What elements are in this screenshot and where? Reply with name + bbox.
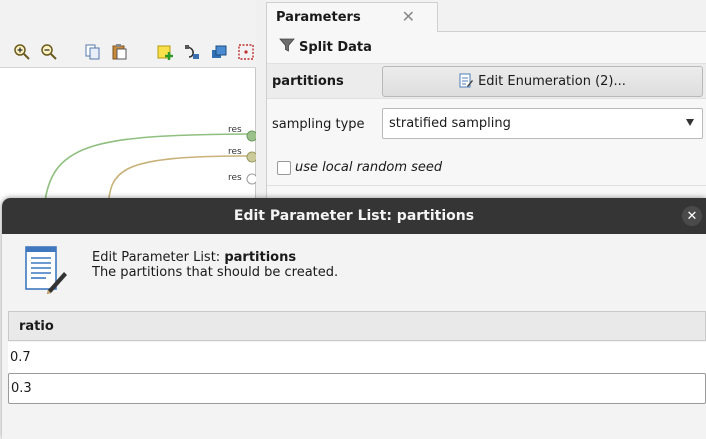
edit-enumeration-button[interactable]: Edit Enumeration (2)... bbox=[382, 66, 703, 97]
sampling-type-select[interactable]: stratified sampling bbox=[382, 108, 703, 139]
process-toolbar bbox=[0, 36, 256, 68]
close-icon[interactable]: ✕ bbox=[402, 9, 415, 25]
column-header-label: ratio bbox=[19, 318, 54, 334]
table-header-ratio[interactable]: ratio bbox=[8, 311, 706, 341]
param-row-sampling-type: sampling type stratified sampling bbox=[267, 106, 706, 142]
arrange-operators-icon[interactable] bbox=[210, 42, 229, 62]
dialog-heading-prefix: Edit Parameter List: bbox=[92, 250, 221, 265]
output-port bbox=[246, 130, 256, 142]
port-label: res bbox=[228, 147, 242, 157]
param-row-local-random-seed: use local random seed bbox=[267, 152, 706, 186]
auto-wire-icon[interactable] bbox=[183, 42, 202, 62]
output-port bbox=[246, 173, 256, 185]
table-row[interactable]: 0.7 bbox=[8, 342, 706, 373]
table-row-editing[interactable]: 0.3 bbox=[8, 373, 706, 404]
param-label-sampling-type: sampling type bbox=[272, 116, 365, 132]
table-cell-input[interactable]: 0.3 bbox=[11, 381, 32, 396]
dialog-titlebar[interactable]: Edit Parameter List: partitions ✕ bbox=[2, 198, 706, 234]
dialog-heading-param: partitions bbox=[224, 250, 297, 265]
dialog-close-button[interactable]: ✕ bbox=[682, 206, 702, 226]
port-label: res bbox=[228, 125, 242, 135]
zoom-in-icon[interactable] bbox=[12, 42, 31, 62]
param-row-partitions: partitions Edit Enumeration (2)... bbox=[267, 63, 706, 99]
paste-icon[interactable] bbox=[111, 42, 130, 62]
process-canvas[interactable]: res res res bbox=[0, 69, 256, 209]
dialog-description: The partitions that should be created. bbox=[92, 265, 339, 280]
document-edit-icon bbox=[22, 244, 68, 294]
param-label-partitions: partitions bbox=[272, 73, 344, 89]
local-random-seed-label[interactable]: use local random seed bbox=[295, 160, 442, 175]
edit-enumeration-label: Edit Enumeration (2)... bbox=[478, 74, 626, 89]
dialog-heading: Edit Parameter List: partitions bbox=[92, 250, 296, 265]
zoom-out-icon[interactable] bbox=[39, 42, 58, 62]
port-label: res bbox=[228, 173, 242, 183]
dialog-title: Edit Parameter List: partitions bbox=[233, 208, 475, 224]
output-port bbox=[246, 151, 256, 163]
process-top-strip bbox=[0, 0, 256, 36]
filter-icon bbox=[279, 37, 295, 57]
sampling-type-value: stratified sampling bbox=[389, 116, 511, 131]
table-cell: 0.7 bbox=[10, 350, 31, 365]
dialog-header: Edit Parameter List: partitions The part… bbox=[2, 234, 706, 310]
local-random-seed-checkbox[interactable] bbox=[277, 161, 291, 175]
edit-list-icon bbox=[459, 72, 474, 92]
dropdown-arrow-icon bbox=[686, 119, 694, 126]
edit-parameter-list-dialog: Edit Parameter List: partitions ✕ Edit P… bbox=[2, 198, 706, 439]
tab-title: Parameters bbox=[276, 10, 361, 25]
tab-parameters[interactable]: Parameters ✕ bbox=[266, 2, 438, 32]
copy-icon[interactable] bbox=[84, 42, 103, 62]
fit-to-view-icon[interactable] bbox=[237, 42, 256, 62]
add-note-icon[interactable] bbox=[156, 42, 175, 62]
operator-header: Split Data bbox=[279, 37, 372, 57]
parameter-list-table: ratio 0.7 0.3 bbox=[8, 311, 706, 439]
operator-title: Split Data bbox=[299, 39, 372, 55]
